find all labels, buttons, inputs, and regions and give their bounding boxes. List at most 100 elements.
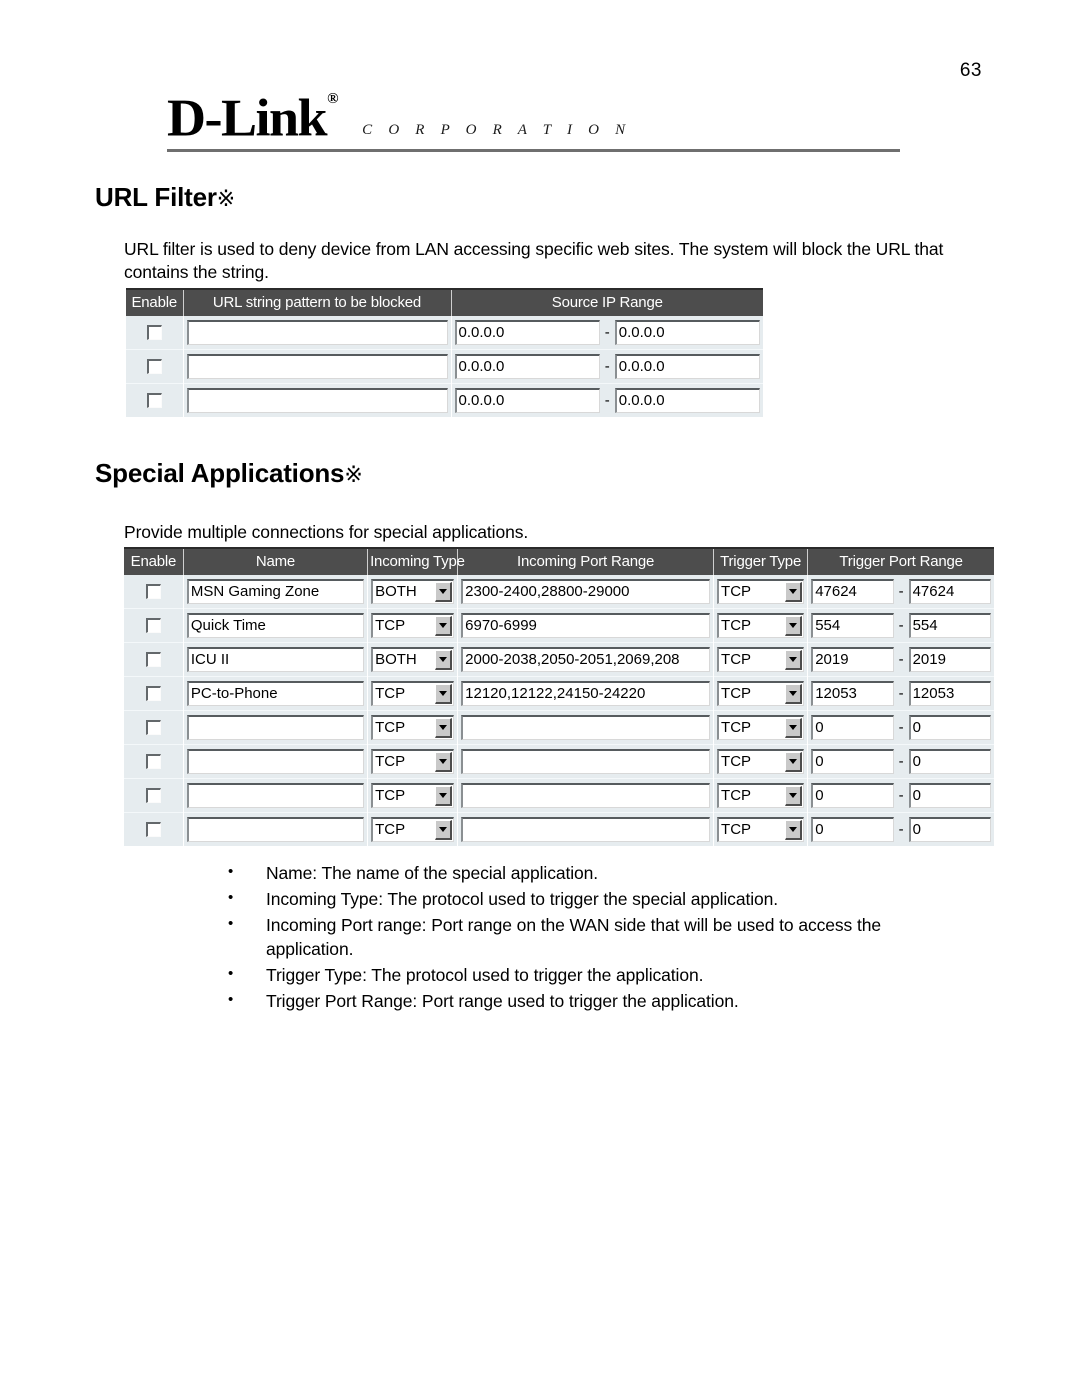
url-pattern-input[interactable] [186, 320, 448, 345]
column-header-trigger-port-range: Trigger Port Range [807, 547, 994, 575]
trigger-type-select[interactable]: TCP [717, 749, 805, 774]
enable-checkbox[interactable] [146, 358, 162, 374]
special-applications-table: Enable Name Incoming Type Incoming Port … [124, 547, 994, 846]
application-name-input[interactable]: Quick Time [186, 613, 365, 638]
application-name-input[interactable]: PC-to-Phone [186, 681, 365, 706]
enable-checkbox[interactable] [145, 685, 161, 701]
application-name-input[interactable] [186, 783, 365, 808]
incoming-port-range-input[interactable] [461, 783, 711, 808]
range-separator: - [604, 391, 610, 409]
table-row: TCP TCP 0 - 0 [124, 710, 994, 745]
source-ip-to-input[interactable]: 0.0.0.0 [614, 354, 760, 379]
application-name-input[interactable] [186, 817, 365, 842]
cell-trigger-type: TCP [713, 744, 809, 779]
cell-trigger-type: TCP [713, 642, 809, 677]
range-separator: - [898, 786, 904, 804]
trigger-port-to-input[interactable]: 0 [908, 783, 991, 808]
source-ip-from-input[interactable]: 0.0.0.0 [454, 388, 600, 413]
trigger-port-from-input[interactable]: 0 [811, 749, 894, 774]
enable-checkbox[interactable] [145, 787, 161, 803]
source-ip-from-input[interactable]: 0.0.0.0 [454, 354, 600, 379]
column-header-name: Name [183, 547, 369, 575]
trigger-port-to-input[interactable]: 0 [908, 749, 991, 774]
trigger-port-to-input[interactable]: 554 [908, 613, 991, 638]
url-pattern-input[interactable] [186, 388, 448, 413]
column-header-source-ip-range: Source IP Range [451, 288, 763, 316]
application-name-input[interactable] [186, 715, 365, 740]
cell-source-ip-range: 0.0.0.0 - 0.0.0.0 [451, 349, 763, 384]
cell-enable [124, 676, 184, 711]
trigger-port-from-input[interactable]: 2019 [811, 647, 894, 672]
application-name-input[interactable]: MSN Gaming Zone [186, 579, 365, 604]
enable-checkbox[interactable] [146, 324, 162, 340]
reference-mark-icon: ※ [344, 463, 363, 488]
trigger-port-to-input[interactable]: 12053 [908, 681, 991, 706]
chevron-down-icon [435, 718, 453, 738]
list-item: Incoming Type: The protocol used to trig… [228, 886, 973, 911]
enable-checkbox[interactable] [145, 617, 161, 633]
incoming-port-range-input[interactable]: 2000-2038,2050-2051,2069,208 [461, 647, 711, 672]
source-ip-to-input[interactable]: 0.0.0.0 [614, 320, 760, 345]
table-header-row: Enable Name Incoming Type Incoming Port … [124, 547, 994, 575]
incoming-type-select[interactable]: TCP [371, 817, 455, 842]
enable-checkbox[interactable] [145, 753, 161, 769]
chevron-down-icon [785, 650, 803, 670]
special-applications-table-body: MSN Gaming Zone BOTH 2300-2400,28800-290… [124, 575, 994, 846]
trigger-port-from-input[interactable]: 0 [811, 783, 894, 808]
incoming-port-range-input[interactable]: 6970-6999 [461, 613, 711, 638]
special-applications-field-descriptions: Name: The name of the special applicatio… [228, 860, 973, 1015]
table-row: TCP TCP 0 - 0 [124, 744, 994, 779]
application-name-input[interactable] [186, 749, 365, 774]
trigger-port-from-input[interactable]: 0 [811, 715, 894, 740]
trigger-port-from-input[interactable]: 0 [811, 817, 894, 842]
trigger-port-to-input[interactable]: 2019 [908, 647, 991, 672]
enable-checkbox[interactable] [145, 821, 161, 837]
trigger-type-select[interactable]: TCP [717, 817, 805, 842]
trigger-port-from-input[interactable]: 12053 [811, 681, 894, 706]
enable-checkbox[interactable] [146, 392, 162, 408]
url-pattern-input[interactable] [186, 354, 448, 379]
chevron-down-icon [785, 616, 803, 636]
enable-checkbox[interactable] [145, 651, 161, 667]
incoming-type-select[interactable]: BOTH [371, 579, 455, 604]
source-ip-to-input[interactable]: 0.0.0.0 [614, 388, 760, 413]
special-applications-description: Provide multiple connections for special… [124, 522, 529, 542]
trigger-type-select[interactable]: TCP [717, 681, 805, 706]
cell-enable [124, 642, 184, 677]
table-header-row: Enable URL string pattern to be blocked … [126, 288, 763, 316]
trigger-port-from-input[interactable]: 47624 [811, 579, 894, 604]
trigger-port-from-input[interactable]: 554 [811, 613, 894, 638]
incoming-type-select[interactable]: TCP [371, 715, 455, 740]
trigger-type-select[interactable]: TCP [717, 613, 805, 638]
trigger-port-to-input[interactable]: 0 [908, 817, 991, 842]
header-divider [167, 149, 900, 152]
chevron-down-icon [785, 820, 803, 840]
cell-incoming-port-range: 2300-2400,28800-29000 [457, 575, 715, 609]
trigger-port-to-input[interactable]: 0 [908, 715, 991, 740]
incoming-port-range-input[interactable] [461, 749, 711, 774]
enable-checkbox[interactable] [145, 719, 161, 735]
trigger-type-select[interactable]: TCP [717, 647, 805, 672]
incoming-port-range-input[interactable]: 12120,12122,24150-24220 [461, 681, 711, 706]
application-name-input[interactable]: ICU II [186, 647, 365, 672]
cell-enable [124, 778, 184, 813]
source-ip-from-input[interactable]: 0.0.0.0 [454, 320, 600, 345]
trigger-port-to-input[interactable]: 47624 [908, 579, 991, 604]
trigger-type-select[interactable]: TCP [717, 715, 805, 740]
range-separator: - [898, 752, 904, 770]
trigger-type-select[interactable]: TCP [717, 579, 805, 604]
incoming-type-select[interactable]: TCP [371, 613, 455, 638]
incoming-type-select[interactable]: TCP [371, 749, 455, 774]
incoming-port-range-input[interactable] [461, 817, 711, 842]
trigger-type-select[interactable]: TCP [717, 783, 805, 808]
incoming-type-select[interactable]: TCP [371, 783, 455, 808]
dlink-wordmark: D-Link® [167, 88, 339, 145]
incoming-type-select[interactable]: BOTH [371, 647, 455, 672]
incoming-type-select[interactable]: TCP [371, 681, 455, 706]
incoming-port-range-input[interactable]: 2300-2400,28800-29000 [461, 579, 711, 604]
cell-enable [126, 383, 184, 417]
enable-checkbox[interactable] [145, 583, 161, 599]
column-header-incoming-type: Incoming Type [367, 547, 465, 575]
incoming-type-value: TCP [375, 685, 406, 702]
incoming-port-range-input[interactable] [461, 715, 711, 740]
